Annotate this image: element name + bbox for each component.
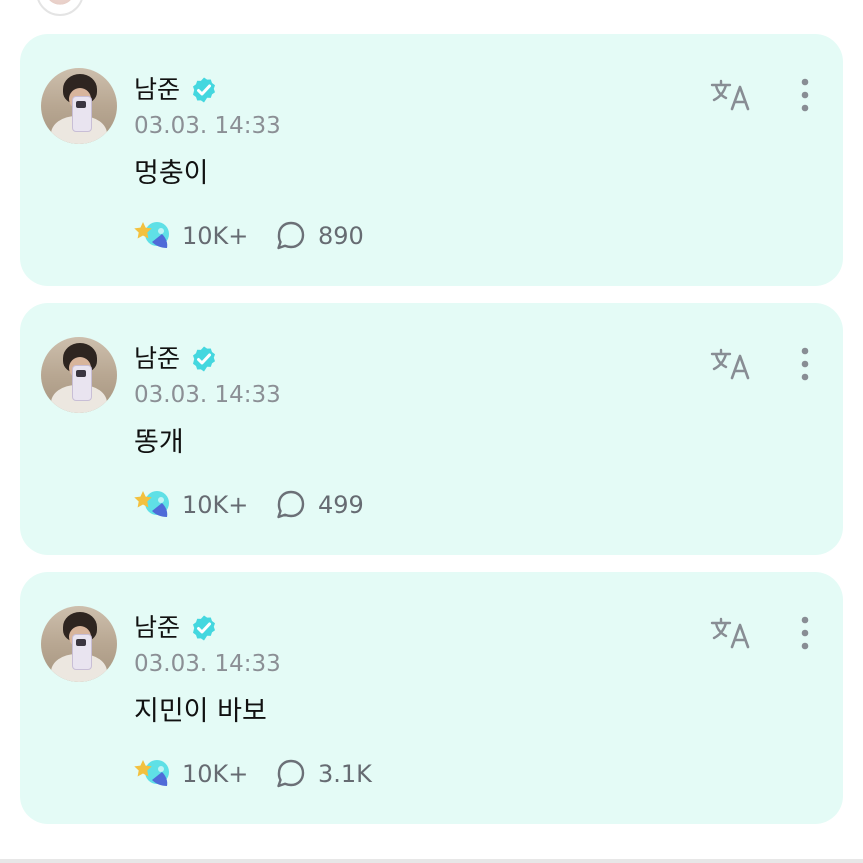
comment-count[interactable]: 890 [318, 220, 364, 252]
comment-count[interactable]: 499 [318, 489, 364, 521]
reaction-icon[interactable] [134, 487, 172, 523]
author-name[interactable]: 남준 [134, 74, 180, 106]
translate-icon[interactable] [709, 347, 753, 381]
author-avatar[interactable] [41, 606, 117, 682]
top-profile-avatar[interactable] [36, 0, 84, 16]
author-name[interactable]: 남준 [134, 343, 180, 375]
comment-feed: 남준 03.03. 14:33 멍충이 10K+ 890 남준 03.03. 1… [0, 0, 863, 863]
comment-icon[interactable] [274, 220, 308, 252]
translate-icon[interactable] [709, 78, 753, 112]
bottom-divider [0, 859, 863, 863]
like-count: 10K+ [182, 491, 249, 519]
post-card[interactable]: 남준 03.03. 14:33 멍충이 10K+ 890 [20, 34, 843, 286]
top-cropped-text [104, 0, 344, 4]
verified-badge-icon [193, 77, 215, 103]
post-text: 지민이 바보 [134, 696, 267, 727]
translate-icon[interactable] [709, 616, 753, 650]
reaction-icon[interactable] [134, 218, 172, 254]
author-name[interactable]: 남준 [134, 612, 180, 644]
post-card[interactable]: 남준 03.03. 14:33 똥개 10K+ 499 [20, 303, 843, 555]
author-avatar[interactable] [41, 337, 117, 413]
verified-badge-icon [193, 615, 215, 641]
verified-badge-icon [193, 346, 215, 372]
post-text: 똥개 [134, 427, 184, 458]
post-timestamp: 03.03. 14:33 [134, 382, 281, 408]
post-text: 멍충이 [134, 158, 209, 189]
comment-icon[interactable] [274, 489, 308, 521]
reaction-icon[interactable] [134, 756, 172, 792]
post-timestamp: 03.03. 14:33 [134, 651, 281, 677]
more-options-icon[interactable] [795, 346, 815, 382]
like-count: 10K+ [182, 760, 249, 788]
more-options-icon[interactable] [795, 615, 815, 651]
comment-icon[interactable] [274, 758, 308, 790]
more-options-icon[interactable] [795, 77, 815, 113]
post-timestamp: 03.03. 14:33 [134, 113, 281, 139]
comment-count[interactable]: 3.1K [318, 758, 372, 790]
author-avatar[interactable] [41, 68, 117, 144]
like-count: 10K+ [182, 222, 249, 250]
post-card[interactable]: 남준 03.03. 14:33 지민이 바보 10K+ 3.1K [20, 572, 843, 824]
